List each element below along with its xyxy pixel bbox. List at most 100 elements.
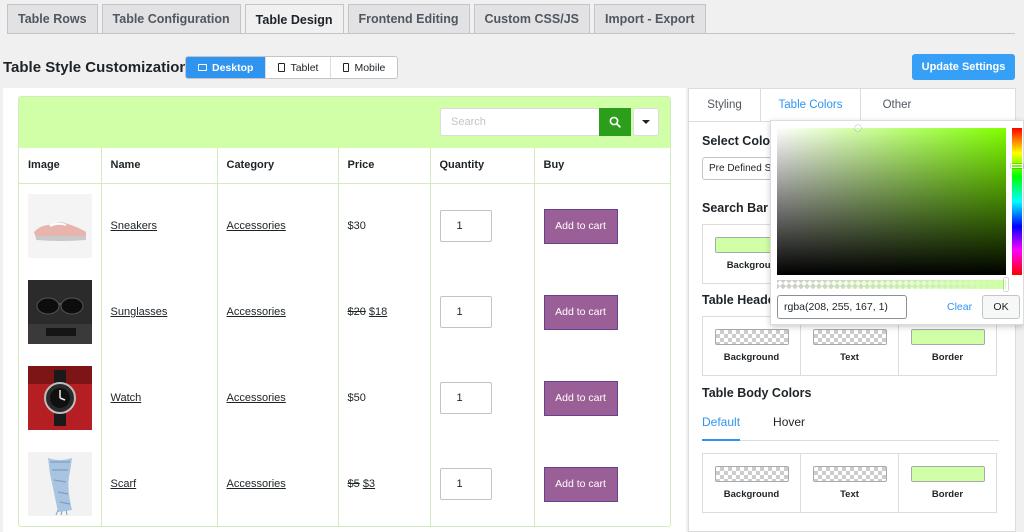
- products-table: Image Name Category Price Quantity Buy S…: [19, 148, 670, 526]
- search-bar-colors-title: Search Bar C: [702, 201, 781, 215]
- quantity-input[interactable]: 1: [439, 382, 492, 414]
- tab-table-rows[interactable]: Table Rows: [7, 4, 98, 33]
- category-cell: Accessories: [217, 441, 339, 526]
- product-image-sunglasses: [28, 280, 92, 344]
- add-to-cart-button[interactable]: Add to cart: [543, 294, 618, 330]
- hue-slider[interactable]: [1011, 128, 1023, 275]
- device-mobile-label: Mobile: [354, 61, 386, 74]
- product-name-link[interactable]: Sunglasses: [111, 306, 168, 318]
- name-cell: Scarf: [101, 441, 218, 526]
- tab-styling[interactable]: Styling: [689, 89, 761, 121]
- alpha-slider[interactable]: [777, 278, 1008, 291]
- swatch-label: Border: [931, 489, 964, 500]
- select-color-title: Select Colo: [702, 134, 771, 148]
- tab-other[interactable]: Other: [861, 89, 933, 121]
- desktop-icon: [198, 64, 207, 71]
- header-text-cell[interactable]: Text: [800, 316, 899, 376]
- buy-cell: Add to cart: [534, 355, 670, 441]
- category-link[interactable]: Accessories: [227, 478, 286, 490]
- color-swatch[interactable]: [812, 329, 887, 345]
- table-row: Watch Accessories $50 1 Add to cart: [19, 355, 670, 441]
- body-border-cell[interactable]: Border: [898, 453, 997, 513]
- image-cell: [19, 441, 102, 526]
- table-preview: Search Image Name Category Price Quantit…: [18, 96, 671, 527]
- quantity-cell: 1: [430, 269, 535, 355]
- search-button[interactable]: [599, 108, 631, 136]
- tab-default[interactable]: Default: [702, 415, 741, 441]
- mobile-icon: [343, 63, 350, 72]
- color-swatch[interactable]: [910, 466, 985, 482]
- swatch-label: Background: [723, 489, 780, 500]
- header-swatches: Background Text Border: [702, 316, 997, 376]
- tab-table-colors[interactable]: Table Colors: [761, 89, 861, 121]
- price: $50: [347, 392, 366, 404]
- device-tablet-button[interactable]: Tablet: [265, 57, 330, 78]
- color-value-input[interactable]: rgba(208, 255, 167, 1): [777, 295, 907, 319]
- tab-hover[interactable]: Hover: [773, 415, 805, 441]
- swatch-label: Backgroun: [726, 260, 777, 271]
- alpha-handle[interactable]: [1004, 278, 1008, 291]
- search-input[interactable]: Search: [440, 108, 599, 136]
- clear-button[interactable]: Clear: [947, 301, 972, 313]
- body-color-state-tabs: Default Hover: [702, 415, 999, 441]
- tab-import-export[interactable]: Import - Export: [593, 4, 706, 33]
- color-swatch[interactable]: [910, 329, 985, 345]
- buy-cell: Add to cart: [534, 441, 670, 526]
- tab-table-design[interactable]: Table Design: [244, 4, 344, 34]
- image-cell: [19, 183, 102, 269]
- ok-button[interactable]: OK: [982, 295, 1020, 319]
- design-subtabs: Styling Table Colors Other: [689, 89, 1015, 122]
- update-settings-button[interactable]: Update Settings: [912, 54, 1015, 80]
- tab-frontend-editing[interactable]: Frontend Editing: [347, 4, 470, 33]
- price-cell: $30: [338, 183, 431, 269]
- name-cell: Watch: [101, 355, 218, 441]
- tab-custom-css-js[interactable]: Custom CSS/JS: [473, 4, 590, 33]
- swatch-label: Text: [840, 489, 859, 500]
- category-link[interactable]: Accessories: [227, 392, 286, 404]
- column-header: Image: [19, 148, 102, 184]
- swatch-label: Border: [931, 352, 964, 363]
- product-name-link[interactable]: Sneakers: [111, 220, 157, 232]
- product-image-scarf: [28, 452, 92, 516]
- body-text-cell[interactable]: Text: [800, 453, 899, 513]
- device-desktop-button[interactable]: Desktop: [186, 57, 266, 78]
- category-link[interactable]: Accessories: [227, 220, 286, 232]
- name-cell: Sneakers: [101, 183, 218, 269]
- quantity-input[interactable]: 1: [439, 468, 492, 500]
- add-to-cart-button[interactable]: Add to cart: [543, 208, 618, 244]
- column-header: Category: [217, 148, 339, 184]
- search-bar: Search: [19, 97, 670, 148]
- table-preview-panel: Search Image Name Category Price Quantit…: [3, 88, 686, 532]
- settings-tabs: Table Rows Table Configuration Table Des…: [7, 4, 706, 34]
- color-swatch[interactable]: [812, 466, 887, 482]
- search-dropdown-button[interactable]: [633, 108, 659, 136]
- name-cell: Sunglasses: [101, 269, 218, 355]
- price-cell: $5 $3: [338, 441, 431, 526]
- header-border-cell[interactable]: Border: [898, 316, 997, 376]
- saturation-handle[interactable]: [855, 125, 861, 131]
- column-header: Buy: [534, 148, 670, 184]
- swatch-label: Text: [840, 352, 859, 363]
- product-name-link[interactable]: Watch: [111, 392, 142, 404]
- quantity-input[interactable]: 1: [439, 210, 492, 243]
- product-name-link[interactable]: Scarf: [111, 478, 137, 490]
- column-header: Price: [338, 148, 431, 184]
- quantity-input[interactable]: 1: [439, 296, 492, 328]
- saturation-value-area[interactable]: [777, 125, 1006, 275]
- category-cell: Accessories: [217, 183, 339, 269]
- table-row: Sunglasses Accessories $20 $18 1 Add to …: [19, 269, 670, 355]
- color-swatch[interactable]: [714, 466, 789, 482]
- category-link[interactable]: Accessories: [227, 306, 286, 318]
- tab-table-configuration[interactable]: Table Configuration: [101, 4, 241, 33]
- table-header-row: Image Name Category Price Quantity Buy: [19, 148, 670, 184]
- device-mobile-button[interactable]: Mobile: [330, 57, 397, 78]
- hue-handle[interactable]: [1011, 164, 1023, 168]
- add-to-cart-button[interactable]: Add to cart: [543, 466, 618, 502]
- header-background-cell[interactable]: Background: [702, 316, 801, 376]
- body-background-cell[interactable]: Background: [702, 453, 801, 513]
- color-swatch[interactable]: [714, 329, 789, 345]
- column-header: Quantity: [430, 148, 535, 184]
- price: $30: [347, 220, 366, 233]
- add-to-cart-button[interactable]: Add to cart: [543, 380, 618, 416]
- table-body-colors-title: Table Body Colors: [702, 386, 812, 400]
